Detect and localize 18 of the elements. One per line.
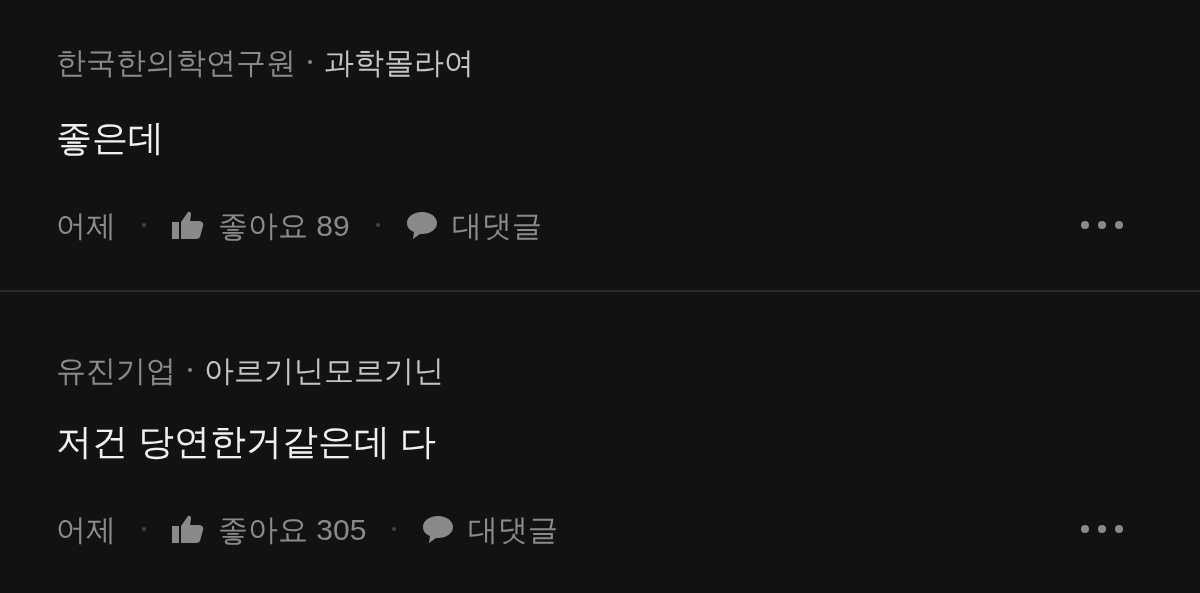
organization-name: 한국한의학연구원 <box>56 44 296 81</box>
comment-time: 어제 <box>56 207 116 244</box>
nickname: 아르기닌모르기닌 <box>204 352 444 389</box>
like-button[interactable]: 좋아요 89 <box>172 202 350 248</box>
more-icon[interactable] <box>1080 220 1124 230</box>
reply-button[interactable]: 대댓글 <box>405 202 542 248</box>
comment-text: 좋은데 <box>56 116 165 160</box>
organization-name: 유진기업 <box>56 352 176 389</box>
thumbs-up-icon <box>172 514 204 544</box>
thumbs-up-icon <box>172 210 204 240</box>
reply-button[interactable]: 대댓글 <box>422 506 559 552</box>
more-icon[interactable] <box>1080 524 1124 534</box>
speech-bubble-icon <box>422 514 455 544</box>
comment-time: 어제 <box>56 511 116 548</box>
speech-bubble-icon <box>405 210 438 240</box>
nickname: 과학몰라여 <box>324 44 474 81</box>
comment-text: 저건 당연한거같은데 다 <box>56 420 437 464</box>
like-button[interactable]: 좋아요 305 <box>172 506 367 552</box>
